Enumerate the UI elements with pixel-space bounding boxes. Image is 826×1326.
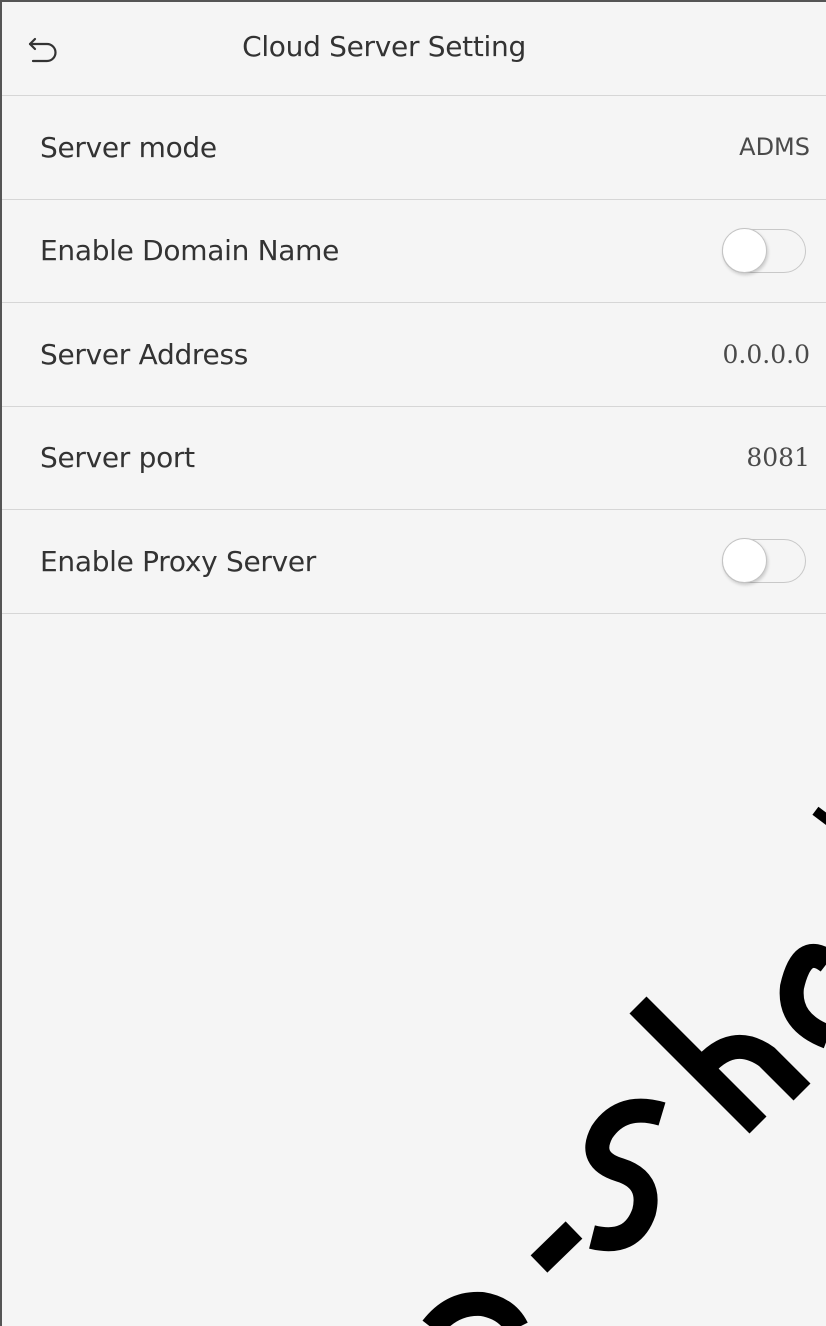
setting-label: Server port — [40, 441, 195, 475]
server-address-value: 0.0.0.0 — [722, 339, 810, 369]
server-port-value: 8081 — [746, 443, 810, 473]
setting-label: Enable Proxy Server — [40, 544, 316, 578]
server-mode-value: ADMS — [739, 133, 810, 162]
setting-row-enable-domain-name[interactable]: Enable Domain Name — [2, 200, 826, 303]
setting-row-server-address[interactable]: Server Address 0.0.0.0 — [2, 303, 826, 407]
setting-row-server-port[interactable]: Server port 8081 — [2, 407, 826, 510]
page-title: Cloud Server Setting — [242, 30, 526, 63]
setting-row-enable-proxy-server[interactable]: Enable Proxy Server — [2, 510, 826, 614]
setting-label: Server mode — [40, 130, 217, 164]
setting-label: Enable Domain Name — [40, 234, 340, 268]
toggle-knob — [722, 538, 767, 584]
toggle-knob — [722, 227, 767, 273]
enable-proxy-server-toggle[interactable] — [722, 538, 806, 584]
enable-domain-name-toggle[interactable] — [722, 227, 806, 273]
setting-row-server-mode[interactable]: Server mode ADMS — [2, 96, 826, 200]
cloud-server-setting-screen: Cloud Server Setting Server mode ADMS En… — [0, 0, 826, 1326]
header-bar: Cloud Server Setting — [2, 2, 826, 96]
setting-label: Server Address — [40, 337, 249, 371]
